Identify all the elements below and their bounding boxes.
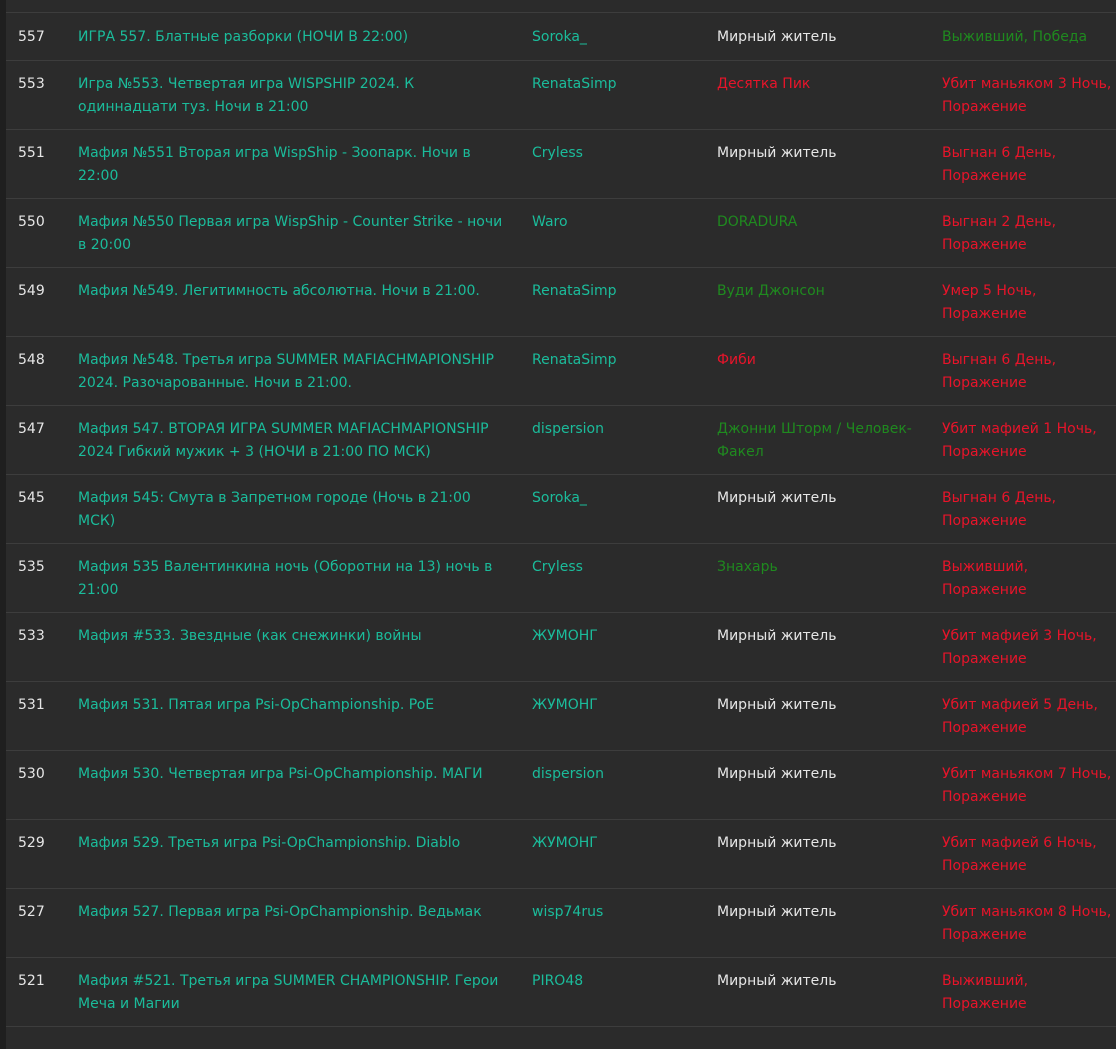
host-link[interactable]: Cryless	[532, 142, 702, 165]
game-title-link[interactable]: Мафия 545: Смута в Запретном городе (Ноч…	[78, 487, 508, 533]
game-title-link[interactable]: Мафия #533. Звездные (как снежинки) войн…	[78, 625, 508, 648]
result-label: Убит маньяком 3 Ночь, Поражение	[942, 76, 1112, 115]
host-link[interactable]: RenataSimp	[532, 73, 702, 96]
role-label: Мирный житель	[717, 973, 837, 989]
table-row: 531 Мафия 531. Пятая игра Psi-OpChampions…	[6, 682, 1116, 751]
game-number: 548	[18, 352, 45, 368]
result-label: Убит маньяком 7 Ночь, Поражение	[942, 766, 1112, 805]
game-title-link[interactable]: Мафия 535 Валентинкина ночь (Оборотни на…	[78, 556, 508, 602]
role-label: Мирный житель	[717, 697, 837, 713]
result-label: Выгнан 6 День, Поражение	[942, 352, 1057, 391]
game-number: 521	[18, 973, 45, 989]
result-label: Умер 5 Ночь, Поражение	[942, 283, 1037, 322]
game-number: 530	[18, 766, 45, 782]
game-title-link[interactable]: Игра №553. Четвертая игра WISPSHIP 2024.…	[78, 73, 508, 119]
table-row: 549 Мафия №549. Легитимность абсолютна. Н…	[6, 268, 1116, 337]
role-label: Фиби	[717, 352, 756, 368]
host-link[interactable]: dispersion	[532, 763, 702, 786]
table-row: 557 ИГРА 557. Блатные разборки (НОЧИ В 22…	[6, 13, 1116, 61]
game-title-link[interactable]: Мафия 527. Первая игра Psi-OpChampionshi…	[78, 901, 508, 924]
game-number: 549	[18, 283, 45, 299]
table-row: 550 Мафия №550 Первая игра WispShip - Cou…	[6, 199, 1116, 268]
result-label: Убит мафией 6 Ночь, Поражение	[942, 835, 1097, 874]
game-title-link[interactable]: Мафия №551 Вторая игра WispShip - Зоопар…	[78, 142, 508, 188]
result-label: Убит маньяком 8 Ночь, Поражение	[942, 904, 1112, 943]
table-row: 530 Мафия 530. Четвертая игра Psi-OpChamp…	[6, 751, 1116, 820]
game-title-link[interactable]: Мафия #521. Третья игра SUMMER CHAMPIONS…	[78, 970, 508, 1016]
game-number: 535	[18, 559, 45, 575]
game-number: 550	[18, 214, 45, 230]
result-label: Убит мафией 1 Ночь, Поражение	[942, 421, 1097, 460]
role-label: Мирный житель	[717, 145, 837, 161]
result-label: Выживший, Поражение	[942, 973, 1029, 1012]
table-row: 553 Игра №553. Четвертая игра WISPSHIP 20…	[6, 61, 1116, 130]
host-link[interactable]: Soroka_	[532, 26, 702, 49]
game-number: 553	[18, 76, 45, 92]
result-label: Выживший, Победа	[942, 29, 1088, 45]
host-link[interactable]: Cryless	[532, 556, 702, 579]
host-link[interactable]: RenataSimp	[532, 349, 702, 372]
table-row: 548 Мафия №548. Третья игра SUMMER MAFIAC…	[6, 337, 1116, 406]
table-row: 545 Мафия 545: Смута в Запретном городе (…	[6, 475, 1116, 544]
game-title-link[interactable]: Мафия 531. Пятая игра Psi-OpChampionship…	[78, 694, 508, 717]
role-label: Мирный житель	[717, 29, 837, 45]
game-number: 551	[18, 145, 45, 161]
role-label: Мирный житель	[717, 835, 837, 851]
game-title-link[interactable]: Мафия 529. Третья игра Psi-OpChampionshi…	[78, 832, 508, 855]
game-number: 557	[18, 29, 45, 45]
host-link[interactable]: RenataSimp	[532, 280, 702, 303]
result-label: Убит мафией 3 Ночь, Поражение	[942, 628, 1097, 667]
table-row: 529 Мафия 529. Третья игра Psi-OpChampion…	[6, 820, 1116, 889]
host-link[interactable]: PIRO48	[532, 970, 702, 993]
games-table: 557 ИГРА 557. Блатные разборки (НОЧИ В 22…	[6, 12, 1116, 1027]
page: 557 ИГРА 557. Блатные разборки (НОЧИ В 22…	[0, 0, 1116, 1049]
game-number: 533	[18, 628, 45, 644]
game-title-link[interactable]: Мафия №548. Третья игра SUMMER MAFIACHMA…	[78, 349, 508, 395]
game-title-link[interactable]: Мафия 547. ВТОРАЯ ИГРА SUMMER MAFIACHMAP…	[78, 418, 508, 464]
host-link[interactable]: Soroka_	[532, 487, 702, 510]
role-label: Десятка Пик	[717, 76, 811, 92]
result-label: Выживший, Поражение	[942, 559, 1029, 598]
game-title-link[interactable]: Мафия №549. Легитимность абсолютна. Ночи…	[78, 280, 508, 303]
host-link[interactable]: wisp74rus	[532, 901, 702, 924]
result-label: Выгнан 2 День, Поражение	[942, 214, 1057, 253]
game-title-link[interactable]: Мафия 530. Четвертая игра Psi-OpChampion…	[78, 763, 508, 786]
role-label: Мирный житель	[717, 490, 837, 506]
table-row: 535 Мафия 535 Валентинкина ночь (Оборотни…	[6, 544, 1116, 613]
role-label: Мирный житель	[717, 628, 837, 644]
table-row: 521 Мафия #521. Третья игра SUMMER CHAMPI…	[6, 958, 1116, 1027]
games-panel: 557 ИГРА 557. Блатные разборки (НОЧИ В 22…	[6, 0, 1116, 1049]
host-link[interactable]: Waro	[532, 211, 702, 234]
role-label: Знахарь	[717, 559, 778, 575]
table-row: 533 Мафия #533. Звездные (как снежинки) в…	[6, 613, 1116, 682]
role-label: Мирный житель	[717, 904, 837, 920]
role-label: Вуди Джонсон	[717, 283, 825, 299]
game-title-link[interactable]: ИГРА 557. Блатные разборки (НОЧИ В 22:00…	[78, 26, 508, 49]
result-label: Выгнан 6 День, Поражение	[942, 145, 1057, 184]
role-label: Мирный житель	[717, 766, 837, 782]
host-link[interactable]: ЖУМОНГ	[532, 832, 702, 855]
game-number: 531	[18, 697, 45, 713]
host-link[interactable]: ЖУМОНГ	[532, 625, 702, 648]
game-title-link[interactable]: Мафия №550 Первая игра WispShip - Counte…	[78, 211, 508, 257]
host-link[interactable]: dispersion	[532, 418, 702, 441]
table-row: 527 Мафия 527. Первая игра Psi-OpChampion…	[6, 889, 1116, 958]
result-label: Убит мафией 5 День, Поражение	[942, 697, 1099, 736]
table-row: 551 Мафия №551 Вторая игра WispShip - Зоо…	[6, 130, 1116, 199]
host-link[interactable]: ЖУМОНГ	[532, 694, 702, 717]
game-number: 547	[18, 421, 45, 437]
role-label: Джонни Шторм / Человек-Факел	[717, 421, 912, 460]
game-number: 527	[18, 904, 45, 920]
result-label: Выгнан 6 День, Поражение	[942, 490, 1057, 529]
game-number: 545	[18, 490, 45, 506]
role-label: DORADURA	[717, 214, 798, 230]
game-number: 529	[18, 835, 45, 851]
table-row: 547 Мафия 547. ВТОРАЯ ИГРА SUMMER MAFIACH…	[6, 406, 1116, 475]
